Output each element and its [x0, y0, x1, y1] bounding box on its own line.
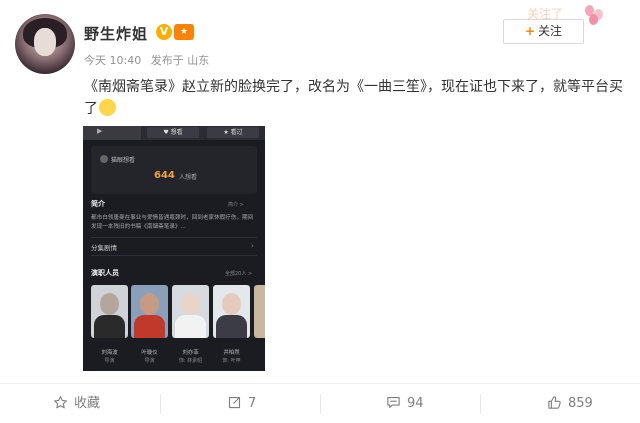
divider	[91, 237, 257, 238]
cast-photo	[213, 285, 250, 338]
follow-button[interactable]: + 关注	[503, 19, 584, 44]
comment-button[interactable]: 94	[386, 384, 424, 423]
star-icon	[54, 396, 67, 409]
cast-body	[216, 315, 247, 338]
cast-name: 刘海波	[101, 350, 118, 356]
video-thumbnail	[83, 126, 141, 140]
thumbs-up-icon	[548, 396, 561, 409]
cast-more: 全部20人 >	[225, 271, 253, 277]
cast-body	[94, 315, 125, 338]
author-avatar[interactable]	[15, 14, 75, 74]
comment-icon	[387, 396, 400, 409]
avatar-face	[34, 28, 56, 56]
rating-card: 猫眼想看 644 人想看	[91, 146, 257, 194]
repost-icon	[228, 396, 241, 409]
cast-photo	[91, 285, 128, 338]
rating-card-label: 猫眼想看	[111, 157, 136, 164]
want-unit: 人想看	[179, 174, 198, 181]
post-location: 发布于 山东	[150, 54, 210, 67]
weibo-post-card: 野生炸姐 V ★ 今天 10:40 发布于 山东 关注了 + 关注 《南烟斋笔录》…	[0, 0, 640, 422]
play-icon: ▶	[97, 127, 103, 135]
post-meta: 今天 10:40 发布于 山东	[84, 52, 215, 68]
verified-badge-icon: V	[156, 24, 172, 40]
cast-role: 饰: 林素昭	[178, 358, 203, 364]
action-bar: 收藏 7 94 859	[0, 383, 640, 423]
follow-button-label: 关注	[538, 24, 563, 38]
cast-head	[100, 293, 119, 315]
cast-photo	[254, 285, 265, 338]
watched-button: ★ 看过	[207, 127, 259, 138]
cast-head	[222, 293, 241, 315]
separator	[480, 394, 481, 414]
want-count: 644	[154, 170, 175, 181]
member-badge-icon: ★	[174, 24, 194, 40]
author-name[interactable]: 野生炸姐	[84, 23, 148, 44]
like-button[interactable]: 859	[547, 384, 593, 423]
synopsis-text: 都市白领唐曼在事业与爱情皆遇瓶颈时，回到老家休假疗伤，期间发现一本残旧的书稿《南…	[91, 215, 254, 230]
post-time[interactable]: 今天 10:40	[84, 54, 141, 67]
want-button: ♥ 想看	[147, 127, 199, 138]
cast-photo	[172, 285, 209, 338]
chevron-right-icon: ›	[251, 242, 254, 250]
synopsis-more: 简介 >	[228, 202, 244, 208]
thinking-emoji-icon	[99, 99, 116, 116]
cast-title: 演职人员	[91, 269, 119, 277]
balloon-icon	[589, 14, 598, 25]
repost-count: 7	[248, 396, 257, 411]
separator	[320, 394, 321, 414]
cast-body	[175, 315, 206, 338]
cast-role: 导演	[144, 358, 155, 364]
episodes-label: 分集剧情	[91, 244, 117, 252]
repost-button[interactable]: 7	[227, 384, 256, 423]
cast-name: 叶璇仪	[141, 350, 158, 356]
divider	[91, 255, 257, 256]
cast-role: 饰: 叶申	[222, 358, 241, 364]
cast-role: 导演	[104, 358, 115, 364]
post-text-body: 《南烟斋笔录》赵立新的脸换完了，改名为《一曲三笙》，现在证也下来了，就等平台买了	[84, 79, 623, 117]
like-count: 859	[568, 396, 593, 411]
cast-head	[140, 293, 159, 315]
separator	[160, 394, 161, 414]
favorite-label: 收藏	[74, 396, 101, 411]
cast-photo	[131, 285, 168, 338]
cast-name: 刘亦菲	[182, 350, 199, 356]
cast-name: 井柏然	[223, 350, 240, 356]
plus-icon: +	[524, 24, 536, 38]
comment-count: 94	[407, 396, 424, 411]
favorite-button[interactable]: 收藏	[53, 384, 100, 423]
synopsis-title: 简介	[91, 200, 105, 208]
maoyan-icon	[100, 155, 108, 163]
post-text: 《南烟斋笔录》赵立新的脸换完了，改名为《一曲三笙》，现在证也下来了，就等平台买了	[84, 76, 624, 120]
cast-head	[181, 293, 200, 315]
cast-body	[134, 315, 165, 338]
embedded-screenshot[interactable]: ▶ ♥ 想看 ★ 看过 猫眼想看 644 人想看 简介 简介 > 都市白领唐曼在…	[83, 126, 265, 371]
